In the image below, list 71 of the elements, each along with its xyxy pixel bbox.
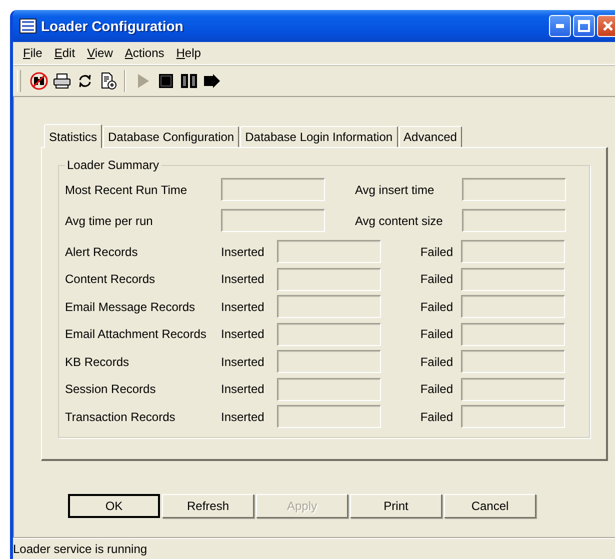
tab[interactable]: Advanced xyxy=(398,126,462,147)
field-label: Email Message Records xyxy=(65,300,196,314)
menu-item[interactable]: Edit xyxy=(48,46,82,60)
pause-icon xyxy=(178,71,198,91)
input-field[interactable] xyxy=(221,178,325,201)
field-label: Failed xyxy=(419,382,454,396)
field-label: KB Records xyxy=(65,354,130,369)
dialog-button[interactable]: Refresh xyxy=(162,494,254,518)
window-title: Loader Configuration xyxy=(41,18,184,34)
input-field[interactable] xyxy=(277,405,381,428)
binoculars-crossed-icon xyxy=(28,71,48,91)
field-label: Email Attachment Records xyxy=(65,327,208,342)
field-label: Inserted xyxy=(221,410,266,424)
close-icon xyxy=(602,20,614,32)
menu-item[interactable]: File xyxy=(17,46,48,60)
dialog-button[interactable]: Print xyxy=(350,494,442,518)
field-label: Inserted xyxy=(221,354,266,369)
minimize-button[interactable] xyxy=(549,15,571,37)
step-forward-icon xyxy=(202,71,222,91)
field-label: Inserted xyxy=(221,382,266,396)
field-label: Alert Records xyxy=(65,244,139,259)
input-field[interactable] xyxy=(461,322,565,346)
menu-item[interactable]: Actions xyxy=(118,46,170,60)
minimize-icon xyxy=(556,24,564,28)
tab[interactable]: Database Configuration xyxy=(103,126,240,147)
field-label: Avg insert time xyxy=(355,182,436,196)
field-label: Inserted xyxy=(221,244,266,259)
field-label: Failed xyxy=(419,354,454,369)
tab[interactable]: Statistics xyxy=(44,124,102,148)
input-field[interactable] xyxy=(221,209,325,232)
input-field[interactable] xyxy=(277,240,381,264)
field-label: Transaction Records xyxy=(65,410,176,424)
field-label: Failed xyxy=(419,410,454,424)
field-label: Failed xyxy=(419,272,454,286)
input-field[interactable] xyxy=(277,378,381,401)
input-field[interactable] xyxy=(461,240,565,264)
status-text: Loader service is running xyxy=(13,542,148,556)
field-label: Inserted xyxy=(221,272,266,286)
app-icon xyxy=(19,18,37,34)
tab[interactable]: Database Login Information xyxy=(240,126,398,147)
field-label: Most Recent Run Time xyxy=(65,182,188,196)
input-field[interactable] xyxy=(277,322,381,346)
dialog-button[interactable]: Cancel xyxy=(444,494,536,518)
input-field[interactable] xyxy=(461,350,565,374)
field-label: Failed xyxy=(419,300,454,314)
input-field[interactable] xyxy=(277,295,381,318)
input-field[interactable] xyxy=(462,178,566,201)
input-field[interactable] xyxy=(461,268,565,291)
menu-item[interactable]: View xyxy=(81,46,119,60)
field-label: Content Records xyxy=(65,272,156,286)
menu-item[interactable]: Help xyxy=(170,46,207,60)
field-label: Failed xyxy=(419,244,454,259)
field-label: Inserted xyxy=(221,300,266,314)
maximize-button[interactable] xyxy=(573,15,595,37)
input-field[interactable] xyxy=(277,268,381,291)
input-field[interactable] xyxy=(461,378,565,401)
field-label: Avg content size xyxy=(355,214,444,228)
group-title: Loader Summary xyxy=(66,158,160,172)
printer-icon xyxy=(52,71,72,91)
field-label: Session Records xyxy=(65,382,157,396)
input-field[interactable] xyxy=(461,405,565,428)
field-label: Avg time per run xyxy=(65,214,154,228)
toolbar-button[interactable] xyxy=(27,69,50,93)
field-label: Inserted xyxy=(221,327,266,342)
field-label: Failed xyxy=(419,327,454,342)
close-button[interactable] xyxy=(597,15,615,37)
maximize-icon xyxy=(578,20,590,32)
input-field[interactable] xyxy=(277,350,381,374)
dialog-button[interactable]: OK xyxy=(68,494,160,518)
input-field[interactable] xyxy=(462,209,566,232)
input-field[interactable] xyxy=(461,295,565,318)
